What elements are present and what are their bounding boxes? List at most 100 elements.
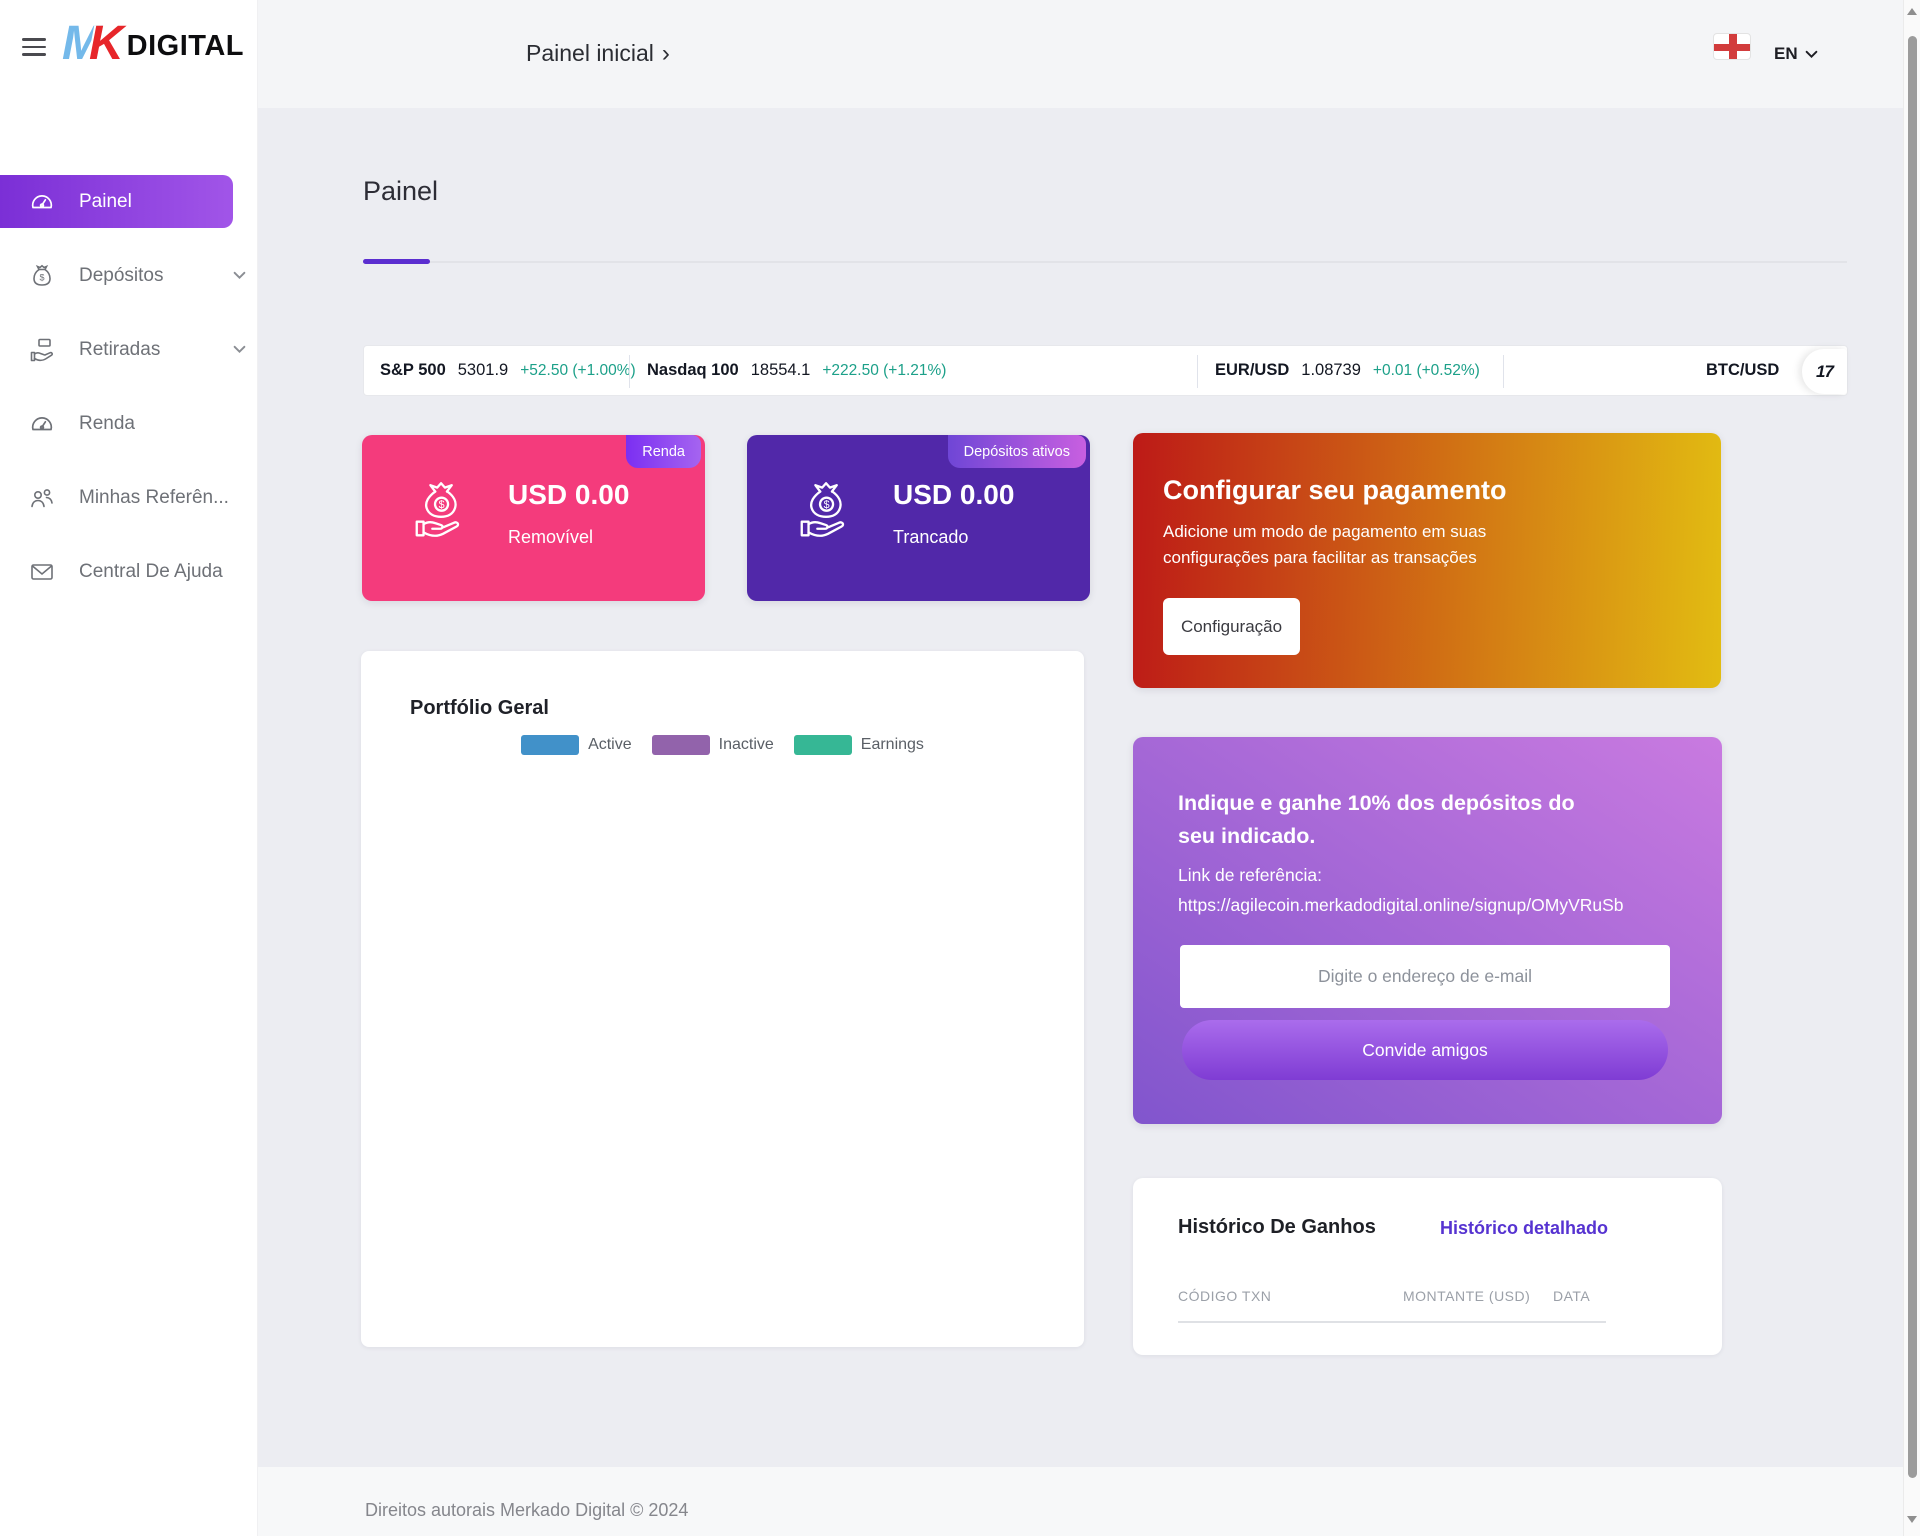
envelope-icon — [28, 558, 56, 586]
invite-friends-button[interactable]: Convide amigos — [1182, 1020, 1668, 1080]
hamburger-menu-icon[interactable] — [22, 38, 46, 61]
heading-divider-accent — [363, 259, 430, 264]
deposits-label: Trancado — [893, 527, 968, 548]
sidebar-item-label: Depósitos — [79, 265, 164, 287]
scroll-up-icon[interactable] — [1907, 8, 1917, 15]
market-ticker: S&P 500 5301.9 +52.50 (+1.00%) Nasdaq 10… — [363, 345, 1848, 396]
money-hand-icon: $ — [793, 475, 863, 545]
column-header-date: DATA — [1553, 1288, 1590, 1304]
svg-text:$: $ — [39, 272, 44, 282]
people-icon — [28, 484, 56, 512]
configuration-button[interactable]: Configuração — [1163, 598, 1300, 655]
sidebar-item-label: Retiradas — [79, 339, 160, 361]
sidebar-item-renda[interactable]: Renda — [0, 397, 258, 450]
chevron-down-icon — [233, 345, 246, 354]
scroll-down-icon[interactable] — [1907, 1516, 1917, 1523]
page-scrollbar[interactable] — [1903, 0, 1920, 1536]
renda-balance-card: Renda $ USD 0.00 Removível — [362, 435, 705, 601]
logo-k: K — [89, 18, 124, 70]
renda-label: Removível — [508, 527, 593, 548]
ticker-value: 5301.9 — [458, 361, 508, 380]
heading-divider — [363, 261, 1847, 263]
breadcrumb-chevron-icon: › — [662, 40, 670, 67]
legend-item-active[interactable]: Active — [521, 735, 632, 755]
earnings-title: Histórico De Ganhos — [1178, 1216, 1376, 1239]
deposits-badge: Depósitos ativos — [948, 435, 1086, 468]
ticker-item-btcusd[interactable]: BTC/USD — [1706, 346, 1779, 395]
referral-link-label: Link de referência: — [1178, 865, 1322, 886]
breadcrumb-label: Painel inicial — [526, 40, 654, 66]
scrollbar-thumb[interactable] — [1908, 36, 1917, 1478]
sidebar-item-retiradas[interactable]: Retiradas — [0, 323, 258, 376]
referral-email-input[interactable] — [1180, 945, 1670, 1008]
ticker-divider — [629, 355, 630, 388]
ticker-value: 1.08739 — [1301, 361, 1361, 380]
sidebar-item-painel[interactable]: Painel — [0, 175, 233, 228]
ticker-change: +222.50 (+1.21%) — [822, 362, 946, 380]
gauge-icon — [28, 410, 56, 438]
renda-badge: Renda — [626, 435, 701, 468]
sidebar-item-depositos[interactable]: $ Depósitos — [0, 249, 258, 302]
referral-title: Indique e ganhe 10% dos depósitos do seu… — [1178, 787, 1678, 853]
legend-item-inactive[interactable]: Inactive — [652, 735, 774, 755]
legend-item-earnings[interactable]: Earnings — [794, 735, 924, 755]
money-bag-icon: $ — [28, 262, 56, 290]
ticker-value: 18554.1 — [751, 361, 811, 380]
ticker-item-eurusd[interactable]: EUR/USD 1.08739 +0.01 (+0.52%) — [1215, 346, 1480, 395]
sidebar-item-label: Minhas Referên... — [79, 487, 229, 509]
detailed-history-link[interactable]: Histórico detalhado — [1440, 1218, 1608, 1239]
sidebar: MKDIGITAL Painel $ Depósitos Reti — [0, 0, 258, 1536]
brand-logo[interactable]: MKDIGITAL — [62, 18, 244, 70]
ticker-symbol: BTC/USD — [1706, 361, 1779, 380]
payment-card-body: Adicione um modo de pagamento em suas co… — [1163, 519, 1486, 571]
copyright-text: Direitos autorais Merkado Digital © 2024 — [365, 1500, 688, 1521]
language-selector[interactable]: EN — [1774, 44, 1818, 64]
legend-label: Inactive — [719, 736, 774, 754]
sidebar-nav: Painel $ Depósitos Retiradas — [0, 175, 258, 619]
payment-card-title: Configurar seu pagamento — [1163, 475, 1507, 506]
ticker-symbol: EUR/USD — [1215, 361, 1289, 380]
svg-text:$: $ — [824, 499, 830, 511]
portfolio-title: Portfólio Geral — [410, 697, 549, 720]
breadcrumb[interactable]: Painel inicial › — [526, 40, 670, 68]
deposits-amount: USD 0.00 — [893, 479, 1014, 511]
ticker-divider — [1197, 355, 1198, 388]
withdraw-hand-icon — [28, 336, 56, 364]
legend-label: Active — [588, 736, 632, 754]
earnings-history-card: Histórico De Ganhos Histórico detalhado … — [1133, 1178, 1722, 1355]
legend-swatch — [521, 735, 579, 755]
column-header-amount: MONTANTE (USD) — [1403, 1288, 1530, 1304]
ticker-divider — [1503, 355, 1504, 388]
sidebar-item-central-de-ajuda[interactable]: Central De Ajuda — [0, 545, 258, 598]
chart-legend: Active Inactive Earnings — [361, 735, 1084, 755]
ticker-change: +52.50 (+1.00%) — [520, 362, 635, 380]
ticker-item-nasdaq100[interactable]: Nasdaq 100 18554.1 +222.50 (+1.21%) — [647, 346, 946, 395]
payment-setup-card: Configurar seu pagamento Adicione um mod… — [1133, 433, 1721, 688]
portfolio-card: Portfólio Geral Active Inactive Earnings — [361, 651, 1084, 1347]
page-title: Painel — [363, 176, 438, 207]
ticker-symbol: Nasdaq 100 — [647, 361, 739, 380]
svg-text:$: $ — [439, 499, 445, 511]
legend-swatch — [652, 735, 710, 755]
sidebar-item-label: Central De Ajuda — [79, 561, 223, 583]
legend-label: Earnings — [861, 736, 924, 754]
tradingview-icon[interactable]: 17 — [1802, 349, 1847, 394]
sidebar-item-minhas-referencias[interactable]: Minhas Referên... — [0, 471, 258, 524]
footer: Direitos autorais Merkado Digital © 2024 — [258, 1467, 1920, 1536]
referral-link-url: https://agilecoin.merkadodigital.online/… — [1178, 895, 1624, 916]
legend-swatch — [794, 735, 852, 755]
language-label: EN — [1774, 44, 1798, 64]
app-window: Painel inicial› EN merkado digital | Ver… — [0, 0, 1920, 1536]
ticker-item-sp500[interactable]: S&P 500 5301.9 +52.50 (+1.00%) — [380, 346, 636, 395]
deposits-balance-card: Depósitos ativos $ USD 0.00 Trancado — [747, 435, 1090, 601]
england-flag-icon[interactable] — [1713, 33, 1751, 60]
topbar: Painel inicial› EN merkado digital | Ver… — [258, 0, 1920, 108]
sidebar-item-label: Renda — [79, 413, 135, 435]
ticker-change: +0.01 (+0.52%) — [1373, 362, 1480, 380]
logo-text: DIGITAL — [127, 30, 244, 70]
money-hand-icon: $ — [408, 475, 478, 545]
chevron-down-icon — [233, 271, 246, 280]
gauge-icon — [28, 188, 56, 216]
renda-amount: USD 0.00 — [508, 479, 629, 511]
chevron-down-icon — [1805, 50, 1818, 59]
